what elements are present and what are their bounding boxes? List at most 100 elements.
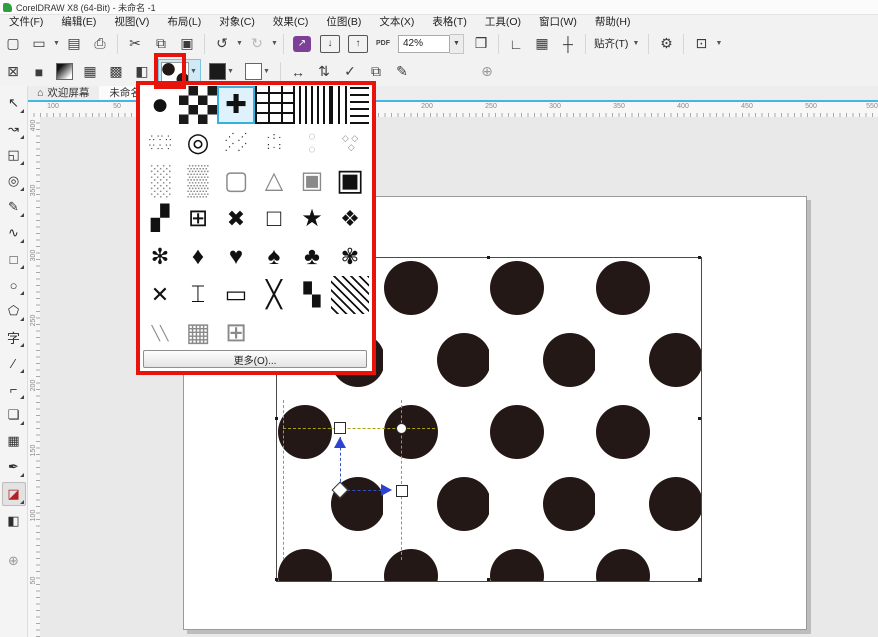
fill-handle-corner-circle[interactable] bbox=[396, 423, 407, 434]
pattern-swatch-x-shapes[interactable]: ✖ bbox=[217, 200, 255, 238]
menu-item-1[interactable]: 编辑(E) bbox=[52, 15, 105, 30]
drop-shadow-tool[interactable]: ❏ bbox=[3, 404, 25, 426]
rectangle-tool[interactable]: □ bbox=[3, 248, 25, 270]
pattern-swatch-nested-squares-bold[interactable]: ▣ bbox=[331, 162, 369, 200]
fill-arrow-right-icon[interactable] bbox=[381, 484, 392, 496]
fountain-fill-button[interactable] bbox=[56, 63, 73, 80]
shape-tool[interactable]: ↝ bbox=[3, 118, 25, 140]
crop-tool[interactable]: ◱ bbox=[3, 144, 25, 166]
scale-tiles-button[interactable]: ⇅ bbox=[312, 61, 336, 83]
no-fill-button[interactable]: ⊠ bbox=[1, 61, 25, 83]
pattern-swatch-dot-texture[interactable]: ∴ ∵ ∴ ∵ ∴ ∵ bbox=[141, 124, 179, 162]
ellipse-tool[interactable]: ○ bbox=[3, 274, 25, 296]
pattern-swatch-pinwheel[interactable]: ❖ bbox=[331, 200, 369, 238]
fullscreen-preview-button[interactable]: ❒ bbox=[469, 33, 493, 55]
pattern-swatch-sparse-dots[interactable]: · ∶ · ∶ · ∶ bbox=[255, 124, 293, 162]
pattern-swatch-diagonal-stripes[interactable] bbox=[331, 276, 369, 314]
zoom-level-combo[interactable]: 42%▼ bbox=[398, 34, 464, 54]
eyedropper-tool[interactable]: ✒ bbox=[3, 456, 25, 478]
show-rulers-button[interactable]: ∟ bbox=[504, 33, 528, 55]
pattern-swatch-bracket-square[interactable]: ▭ bbox=[217, 276, 255, 314]
pattern-swatch-x-dashes[interactable]: ✕ bbox=[141, 276, 179, 314]
pattern-swatch-square-grid[interactable]: ⊞ bbox=[217, 314, 255, 350]
bitmap-pattern-fill-button[interactable]: ▩ bbox=[104, 61, 128, 83]
pattern-swatch-maple-leaf[interactable]: ✻ bbox=[141, 238, 179, 276]
pattern-swatch-polka-dot[interactable]: ● bbox=[141, 86, 179, 124]
pattern-swatch-star[interactable]: ★ bbox=[293, 200, 331, 238]
freehand-tool[interactable]: ✎ bbox=[3, 196, 25, 218]
mirror-tiles-button[interactable]: ↔ bbox=[286, 61, 310, 83]
edit-fill-button[interactable]: ✎ bbox=[390, 61, 414, 83]
options-button[interactable]: ⚙ bbox=[654, 33, 678, 55]
pattern-swatch-pyramid[interactable]: △ bbox=[255, 162, 293, 200]
pattern-swatch-dot-weave[interactable]: ▒ bbox=[179, 162, 217, 200]
pattern-swatch-ornament-outline[interactable]: ◌ ◌ bbox=[293, 124, 331, 162]
menu-item-2[interactable]: 视图(V) bbox=[105, 15, 158, 30]
zoom-dropdown-arrow-icon[interactable]: ▼ bbox=[450, 34, 464, 54]
copy-fill-button[interactable]: ⧉ bbox=[364, 61, 388, 83]
pattern-swatch-tile-shapes[interactable]: ▞ bbox=[141, 200, 179, 238]
print-button[interactable]: ⎙ bbox=[88, 33, 112, 55]
pattern-swatch-heart[interactable]: ♥ bbox=[217, 238, 255, 276]
pattern-swatch-cross[interactable]: ✚ bbox=[217, 86, 255, 124]
menu-item-6[interactable]: 位图(B) bbox=[317, 15, 370, 30]
pattern-swatch-club[interactable]: ♣ bbox=[293, 238, 331, 276]
selection-handle[interactable] bbox=[698, 256, 701, 259]
vector-pattern-fill-button[interactable]: ▦ bbox=[78, 61, 102, 83]
pattern-swatch-diagonal-lattice[interactable]: ╲╲ bbox=[141, 314, 179, 350]
menu-item-3[interactable]: 布局(L) bbox=[158, 15, 210, 30]
uniform-fill-button[interactable]: ■ bbox=[27, 61, 51, 83]
menu-item-11[interactable]: 帮助(H) bbox=[586, 15, 640, 30]
menu-item-4[interactable]: 对象(C) bbox=[210, 15, 264, 30]
open-button[interactable]: ▭ bbox=[27, 33, 51, 55]
pattern-swatch-big-x[interactable]: ╳ bbox=[255, 276, 293, 314]
menu-item-9[interactable]: 工具(O) bbox=[476, 15, 530, 30]
back-color-dropdown[interactable]: ▼ bbox=[245, 63, 271, 80]
pattern-swatch-nested-squares-light[interactable]: ▣ bbox=[293, 162, 331, 200]
smart-fill-tool[interactable]: ◧ bbox=[3, 510, 25, 532]
fill-arrow-up-icon[interactable] bbox=[334, 437, 346, 448]
front-color-dropdown[interactable]: ▼ bbox=[209, 63, 235, 80]
zoom-tool[interactable]: ◎ bbox=[3, 170, 25, 192]
pick-tool[interactable]: ↖ bbox=[3, 92, 25, 114]
save-button[interactable]: ▤ bbox=[62, 33, 86, 55]
menu-item-7[interactable]: 文本(X) bbox=[370, 15, 423, 30]
copy-button[interactable]: ⧉ bbox=[149, 33, 173, 55]
pattern-swatch-line-blocks[interactable] bbox=[331, 86, 369, 124]
interactive-fill-tool[interactable]: ◪ bbox=[2, 482, 26, 506]
import-button[interactable]: ↓ bbox=[320, 35, 340, 53]
menu-item-0[interactable]: 文件(F) bbox=[0, 15, 52, 30]
new-document-button[interactable]: ▢ bbox=[1, 33, 25, 55]
pattern-swatch-crosshatch[interactable]: ▦ bbox=[179, 314, 217, 350]
transform-fill-button[interactable]: ✓ bbox=[338, 61, 362, 83]
pattern-swatch-spiral-square[interactable]: ▢ bbox=[217, 162, 255, 200]
pattern-swatch-rings[interactable]: ◎ bbox=[179, 124, 217, 162]
polygon-tool[interactable]: ⬠ bbox=[3, 300, 25, 322]
selection-handle[interactable] bbox=[487, 256, 490, 259]
fill-handle-right-square[interactable] bbox=[396, 485, 408, 497]
pattern-swatch-i-beam[interactable]: ⌶ bbox=[179, 276, 217, 314]
customize-toolbox-button[interactable]: ⊕ bbox=[3, 550, 25, 572]
dimension-tool[interactable]: ∕ bbox=[3, 352, 25, 374]
pattern-swatch-flower[interactable]: ✾ bbox=[331, 238, 369, 276]
redo-button[interactable]: ↻ bbox=[245, 33, 269, 55]
snap-to-dropdown[interactable]: 贴齐(T)▼ bbox=[594, 36, 640, 51]
pattern-swatch-diamond[interactable]: ♦ bbox=[179, 238, 217, 276]
menu-item-5[interactable]: 效果(C) bbox=[264, 15, 318, 30]
selection-handle[interactable] bbox=[275, 578, 278, 581]
publish-pdf-button[interactable]: PDF bbox=[376, 40, 390, 48]
launcher-dropdown[interactable]: ⊡ bbox=[689, 33, 713, 55]
show-grid-button[interactable]: ▦ bbox=[530, 33, 554, 55]
transparency-tool[interactable]: ▦ bbox=[3, 430, 25, 452]
selection-handle[interactable] bbox=[487, 578, 490, 581]
curve-tool[interactable]: ∿ bbox=[3, 222, 25, 244]
menu-item-10[interactable]: 窗口(W) bbox=[530, 15, 586, 30]
pattern-swatch-bricks[interactable] bbox=[255, 86, 293, 124]
selection-handle[interactable] bbox=[275, 417, 278, 420]
pattern-swatch-spade[interactable]: ♠ bbox=[255, 238, 293, 276]
more-patterns-button[interactable]: 更多(O)... bbox=[143, 350, 367, 368]
undo-button[interactable]: ↺ bbox=[210, 33, 234, 55]
selection-handle[interactable] bbox=[698, 417, 701, 420]
fill-handle-top-square[interactable] bbox=[334, 422, 346, 434]
two-color-pattern-fill-button[interactable]: ◧ bbox=[130, 61, 154, 83]
